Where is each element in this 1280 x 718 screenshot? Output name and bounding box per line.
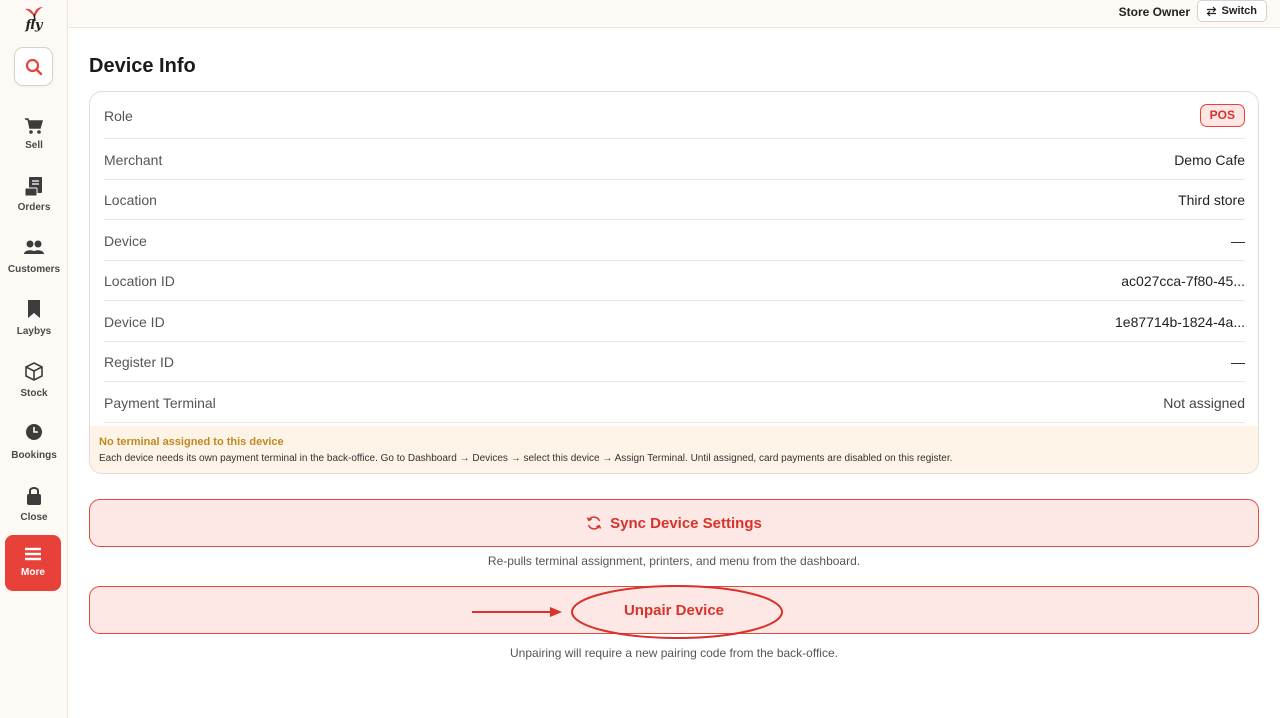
terminal-warning: No terminal assigned to this device Each…	[90, 426, 1258, 473]
sidebar-item-close[interactable]: Close	[0, 485, 68, 541]
info-key: Merchant	[104, 152, 163, 168]
sidebar-item-more[interactable]: More	[5, 535, 61, 591]
info-row-register-id: Register ID —	[104, 342, 1245, 382]
info-row-device-id: Device ID 1e87714b-1824-4a...	[104, 301, 1245, 342]
switch-label: Switch	[1221, 5, 1257, 17]
menu-icon	[25, 547, 41, 561]
sidebar-item-label: Orders	[17, 202, 51, 213]
cart-icon	[25, 118, 43, 134]
annotation-ellipse-icon	[571, 585, 783, 639]
info-value: —	[1231, 233, 1245, 249]
sync-device-settings-button[interactable]: Sync Device Settings	[89, 499, 1259, 547]
info-row-location: Location Third store	[104, 180, 1245, 220]
info-key: Device	[104, 233, 147, 249]
info-value: 1e87714b-1824-4a...	[1115, 314, 1245, 330]
info-value: Demo Cafe	[1174, 152, 1245, 168]
sync-hint: Re-pulls terminal assignment, printers, …	[487, 554, 861, 568]
info-row-device: Device —	[104, 220, 1245, 261]
sidebar-item-stock[interactable]: Stock	[0, 361, 68, 417]
sidebar-item-laybys[interactable]: Laybys	[0, 299, 68, 355]
sidebar-item-customers[interactable]: Customers	[0, 237, 68, 293]
user-role-label: Store Owner	[1118, 5, 1190, 19]
search-button[interactable]	[14, 47, 53, 86]
device-info-card: Role POS Merchant Demo Cafe Location Thi…	[89, 91, 1259, 474]
orders-icon	[24, 177, 42, 197]
sidebar-item-label: Customers	[7, 264, 61, 275]
swap-icon	[1206, 6, 1216, 16]
info-key: Role	[104, 108, 133, 124]
info-key: Location ID	[104, 273, 175, 289]
info-value: Not assigned	[1163, 395, 1245, 411]
customers-icon	[24, 240, 44, 254]
sidebar-item-sell[interactable]: Sell	[0, 113, 68, 169]
warning-text: Each device needs its own payment termin…	[99, 453, 953, 464]
sidebar-item-orders[interactable]: Orders	[0, 175, 68, 231]
switch-user-button[interactable]: Switch	[1196, 0, 1267, 22]
info-row-merchant: Merchant Demo Cafe	[104, 139, 1245, 180]
info-value: Third store	[1178, 192, 1245, 208]
app-logo: fly	[0, 6, 68, 40]
sync-label: Sync Device Settings	[610, 514, 762, 532]
info-row-location-id: Location ID ac027cca-7f80-45...	[104, 261, 1245, 301]
sidebar: fly Sell Orders Customers Laybys Stock B…	[0, 0, 68, 718]
sidebar-item-label: Laybys	[16, 326, 52, 337]
sidebar-item-label: Close	[20, 512, 48, 523]
lock-icon	[27, 487, 41, 505]
info-key: Location	[104, 192, 157, 208]
info-key: Register ID	[104, 354, 175, 370]
info-key: Device ID	[104, 314, 165, 330]
info-row-role: Role POS	[104, 92, 1245, 139]
clock-icon	[26, 424, 42, 440]
sidebar-item-label: Sell	[25, 140, 43, 151]
info-value: —	[1231, 354, 1245, 370]
box-icon	[25, 362, 43, 381]
info-row-payment-terminal: Payment Terminal Not assigned	[104, 382, 1245, 423]
info-key: Payment Terminal	[104, 395, 216, 411]
bookmark-icon	[28, 300, 40, 318]
sidebar-item-label: Stock	[20, 388, 48, 399]
annotation-arrow-icon	[472, 607, 562, 617]
unpair-hint: Unpairing will require a new pairing cod…	[510, 646, 838, 660]
search-icon	[25, 58, 42, 75]
top-bar: Store Owner Switch	[68, 0, 1280, 28]
sidebar-item-label: Bookings	[11, 450, 57, 461]
info-value: ac027cca-7f80-45...	[1121, 273, 1245, 289]
sidebar-item-label: More	[21, 567, 45, 578]
sidebar-item-bookings[interactable]: Bookings	[0, 423, 68, 479]
warning-title: No terminal assigned to this device	[99, 436, 284, 448]
refresh-icon	[586, 516, 602, 530]
role-badge: POS	[1199, 104, 1245, 127]
page-title: Device Info	[89, 55, 196, 77]
logo-text: fly	[25, 18, 43, 33]
